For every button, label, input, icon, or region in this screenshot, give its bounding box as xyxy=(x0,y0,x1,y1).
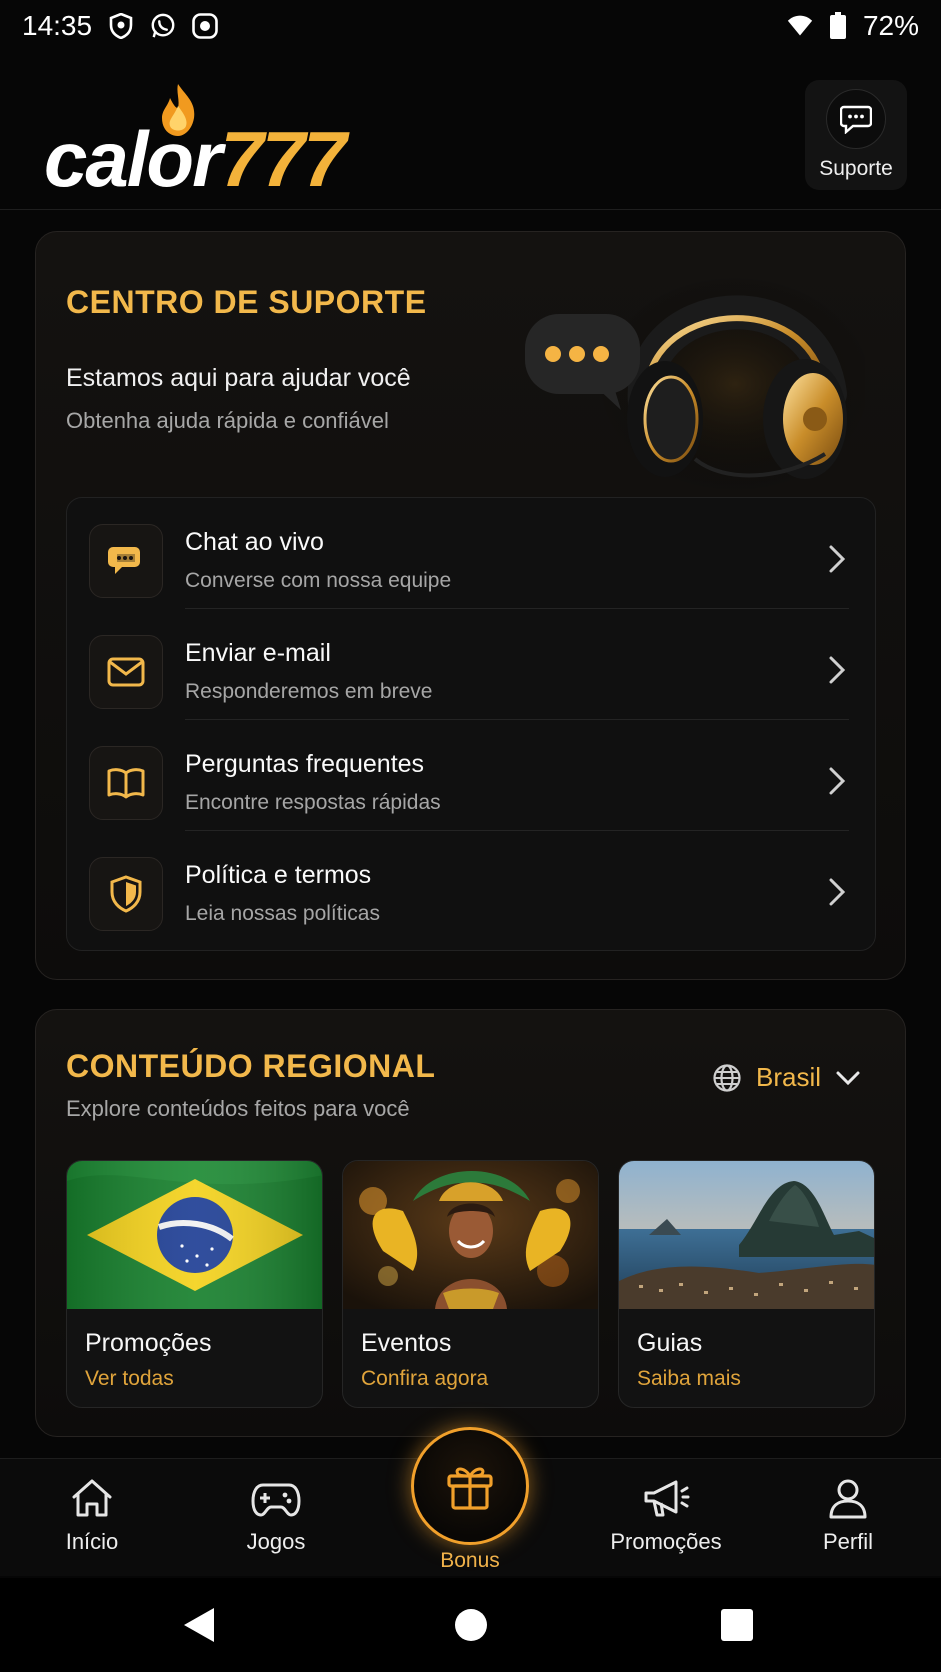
wifi-icon xyxy=(787,13,813,39)
regional-title: CONTEÚDO REGIONAL xyxy=(66,1048,436,1084)
logo-text: calor xyxy=(44,115,222,203)
chevron-right-icon xyxy=(829,767,846,795)
support-center-description: Obtenha ajuda rápida e confiável xyxy=(66,408,389,433)
home-icon xyxy=(72,1479,112,1517)
option-title: Perguntas frequentes xyxy=(185,750,425,778)
guides-tile[interactable]: Guias Saiba mais xyxy=(618,1160,875,1408)
recents-icon[interactable] xyxy=(720,1608,754,1642)
support-button[interactable]: Suporte xyxy=(805,80,907,190)
logo-number: 777 xyxy=(220,115,346,203)
support-center-title: CENTRO DE SUPORTE xyxy=(66,284,427,320)
book-icon xyxy=(89,746,163,820)
region-label: Brasil xyxy=(755,1062,821,1092)
regional-subtitle: Explore conteúdos feitos para você xyxy=(66,1096,410,1121)
regional-tiles: Promoções Ver todas Eventos Confira agor… xyxy=(66,1160,876,1408)
carnival-dancer-image xyxy=(343,1161,598,1309)
brazil-flag-image xyxy=(67,1161,322,1309)
tile-link[interactable]: Ver todas xyxy=(85,1367,174,1391)
megaphone-icon xyxy=(644,1480,690,1517)
tile-title: Eventos xyxy=(361,1329,452,1357)
battery-icon xyxy=(825,12,851,39)
chevron-right-icon xyxy=(829,545,846,573)
mail-icon xyxy=(89,635,163,709)
nav-home[interactable]: Início xyxy=(22,1477,162,1555)
nav-bonus-button[interactable] xyxy=(411,1427,529,1545)
option-subtitle: Responderemos em breve xyxy=(185,680,433,703)
policy-option[interactable]: Política e termos Leia nossas políticas xyxy=(67,831,875,942)
live-chat-option[interactable]: Chat ao vivo Converse com nossa equipe xyxy=(67,498,875,609)
chevron-right-icon xyxy=(829,878,846,906)
calor777-logo[interactable]: calor777 xyxy=(44,82,384,198)
support-options-list: Chat ao vivo Converse com nossa equipe E… xyxy=(66,497,876,951)
option-subtitle: Converse com nossa equipe xyxy=(185,569,452,592)
nav-profile[interactable]: Perfil xyxy=(778,1477,918,1555)
tile-link[interactable]: Confira agora xyxy=(361,1367,488,1391)
events-tile[interactable]: Eventos Confira agora xyxy=(342,1160,599,1408)
option-title: Chat ao vivo xyxy=(185,528,324,556)
support-center-subtitle: Estamos aqui para ajudar você xyxy=(66,364,411,392)
regional-content-card: CONTEÚDO REGIONAL Explore conteúdos feit… xyxy=(35,1009,906,1437)
battery-percent: 72% xyxy=(862,10,919,41)
option-subtitle: Encontre respostas rápidas xyxy=(185,791,441,814)
promotions-tile[interactable]: Promoções Ver todas xyxy=(66,1160,323,1408)
gamepad-icon xyxy=(251,1483,301,1517)
status-time: 14:35 xyxy=(22,10,93,41)
logo-wordmark: calor777 xyxy=(44,120,347,198)
support-label: Suporte xyxy=(819,157,893,180)
nav-games-label: Jogos xyxy=(246,1529,306,1554)
bottom-navigation: Início Jogos Bonus Promoções Perfil xyxy=(0,1427,941,1576)
tile-title: Promoções xyxy=(85,1329,212,1357)
app-header: calor777 Suporte xyxy=(0,60,941,210)
shield-icon xyxy=(89,857,163,931)
rio-sugarloaf-image xyxy=(619,1161,874,1309)
nav-home-label: Início xyxy=(65,1529,119,1554)
tile-title: Guias xyxy=(637,1329,703,1357)
faq-option[interactable]: Perguntas frequentes Encontre respostas … xyxy=(67,720,875,831)
nav-profile-label: Perfil xyxy=(822,1529,874,1554)
option-title: Enviar e-mail xyxy=(185,639,331,667)
chevron-down-icon xyxy=(836,1071,860,1085)
gift-icon xyxy=(447,1467,493,1510)
whatsapp-icon xyxy=(150,13,176,39)
option-subtitle: Leia nossas políticas xyxy=(185,902,380,925)
option-title: Política e termos xyxy=(185,861,372,889)
home-circle-icon[interactable] xyxy=(454,1608,488,1642)
app-notification-icon xyxy=(192,13,218,39)
email-option[interactable]: Enviar e-mail Responderemos em breve xyxy=(67,609,875,720)
system-navigation-bar xyxy=(0,1578,941,1672)
chat-bubble-icon xyxy=(89,524,163,598)
chat-dots-icon xyxy=(826,89,886,149)
chevron-right-icon xyxy=(829,656,846,684)
nav-games[interactable]: Jogos xyxy=(206,1477,346,1555)
back-icon[interactable] xyxy=(182,1606,216,1644)
nav-promotions[interactable]: Promoções xyxy=(596,1477,736,1555)
support-center-card: CENTRO DE SUPORTE Estamos aqui para ajud… xyxy=(35,231,906,980)
globe-icon xyxy=(713,1063,741,1092)
shield-status-icon xyxy=(108,13,134,39)
headset-illustration xyxy=(525,274,865,494)
nav-bonus-label: Bonus xyxy=(440,1549,500,1572)
nav-promotions-label: Promoções xyxy=(610,1529,722,1554)
tile-link[interactable]: Saiba mais xyxy=(637,1367,741,1391)
user-icon xyxy=(829,1479,867,1519)
status-bar: 14:35 72% xyxy=(0,0,941,52)
region-selector[interactable]: Brasil xyxy=(712,1062,861,1093)
